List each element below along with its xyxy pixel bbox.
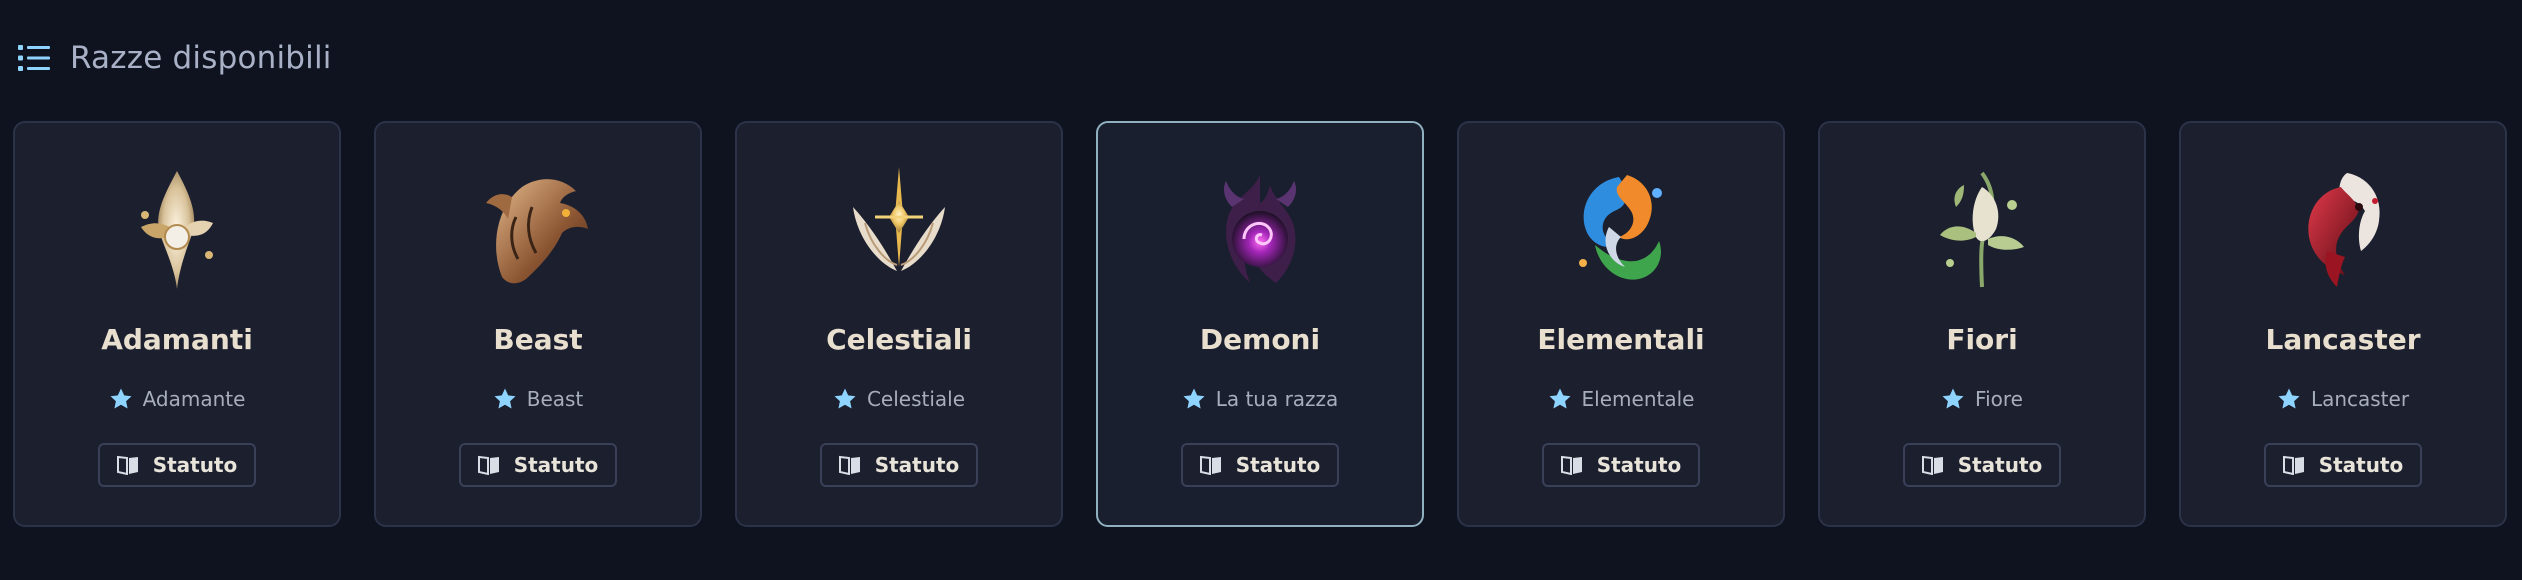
race-card-lancaster[interactable]: Lancaster Lancaster Statuto <box>2179 121 2507 527</box>
statute-button-label: Statuto <box>1957 453 2043 477</box>
star-icon <box>1942 388 1964 409</box>
book-icon <box>116 455 138 475</box>
race-subtitle-text: Celestiale <box>866 387 966 411</box>
statute-button[interactable]: Statuto <box>820 443 978 487</box>
beast-emblem-icon <box>482 167 594 293</box>
race-subtitle-text: Elementale <box>1581 387 1695 411</box>
statute-button-label: Statuto <box>1596 453 1682 477</box>
race-name: Adamanti <box>101 323 253 356</box>
book-icon <box>1560 455 1582 475</box>
statute-button-label: Statuto <box>2318 453 2404 477</box>
lancaster-emblem-icon <box>2287 167 2399 293</box>
fiori-emblem-icon <box>1926 167 2038 293</box>
book-icon <box>477 455 499 475</box>
statute-button[interactable]: Statuto <box>98 443 256 487</box>
statute-button-label: Statuto <box>874 453 960 477</box>
race-name: Elementali <box>1537 323 1705 356</box>
race-subtitle-text: Lancaster <box>2310 387 2410 411</box>
statute-button[interactable]: Statuto <box>459 443 617 487</box>
race-subtitle: Beast <box>376 387 700 411</box>
statute-button-label: Statuto <box>1235 453 1321 477</box>
race-name: Fiori <box>1946 323 2018 356</box>
star-icon <box>494 388 516 409</box>
star-icon <box>1549 388 1571 409</box>
race-card-demoni[interactable]: Demoni La tua razza Statuto <box>1096 121 1424 527</box>
race-subtitle: La tua razza <box>1098 387 1422 411</box>
race-name: Lancaster <box>2265 323 2421 356</box>
star-icon <box>110 388 132 409</box>
list-icon <box>18 45 50 71</box>
race-card-list: Adamanti Adamante Statuto Beast Beast St… <box>13 121 2507 527</box>
race-subtitle: Elementale <box>1459 387 1783 411</box>
race-card-adamanti[interactable]: Adamanti Adamante Statuto <box>13 121 341 527</box>
race-name: Celestiali <box>826 323 972 356</box>
statute-button-label: Statuto <box>152 453 238 477</box>
book-icon <box>838 455 860 475</box>
star-icon <box>1183 388 1205 409</box>
book-icon <box>1199 455 1221 475</box>
celestiali-emblem-icon <box>843 167 955 293</box>
race-subtitle: Adamante <box>15 387 339 411</box>
race-subtitle-text: Adamante <box>142 387 246 411</box>
race-card-elementali[interactable]: Elementali Elementale Statuto <box>1457 121 1785 527</box>
statute-button[interactable]: Statuto <box>1903 443 2061 487</box>
race-subtitle-text: Fiore <box>1975 387 2023 411</box>
adamanti-emblem-icon <box>121 167 233 293</box>
star-icon <box>834 388 856 409</box>
race-name: Demoni <box>1199 323 1321 356</box>
book-icon <box>2282 455 2304 475</box>
race-name: Beast <box>493 323 583 356</box>
race-card-celestiali[interactable]: Celestiali Celestiale Statuto <box>735 121 1063 527</box>
race-subtitle: Lancaster <box>2181 387 2505 411</box>
section-header: Razze disponibili <box>18 34 332 82</box>
race-subtitle-text: Beast <box>526 387 584 411</box>
star-icon <box>2278 388 2300 409</box>
statute-button[interactable]: Statuto <box>2264 443 2422 487</box>
race-card-beast[interactable]: Beast Beast Statuto <box>374 121 702 527</box>
elementali-emblem-icon <box>1565 167 1677 293</box>
race-subtitle: Fiore <box>1820 387 2144 411</box>
statute-button-label: Statuto <box>513 453 599 477</box>
statute-button[interactable]: Statuto <box>1542 443 1700 487</box>
race-card-fiori[interactable]: Fiori Fiore Statuto <box>1818 121 2146 527</box>
demoni-emblem-icon <box>1204 167 1316 293</box>
race-subtitle-text: La tua razza <box>1215 387 1339 411</box>
book-icon <box>1921 455 1943 475</box>
race-subtitle: Celestiale <box>737 387 1061 411</box>
section-title: Razze disponibili <box>70 40 332 76</box>
statute-button[interactable]: Statuto <box>1181 443 1339 487</box>
